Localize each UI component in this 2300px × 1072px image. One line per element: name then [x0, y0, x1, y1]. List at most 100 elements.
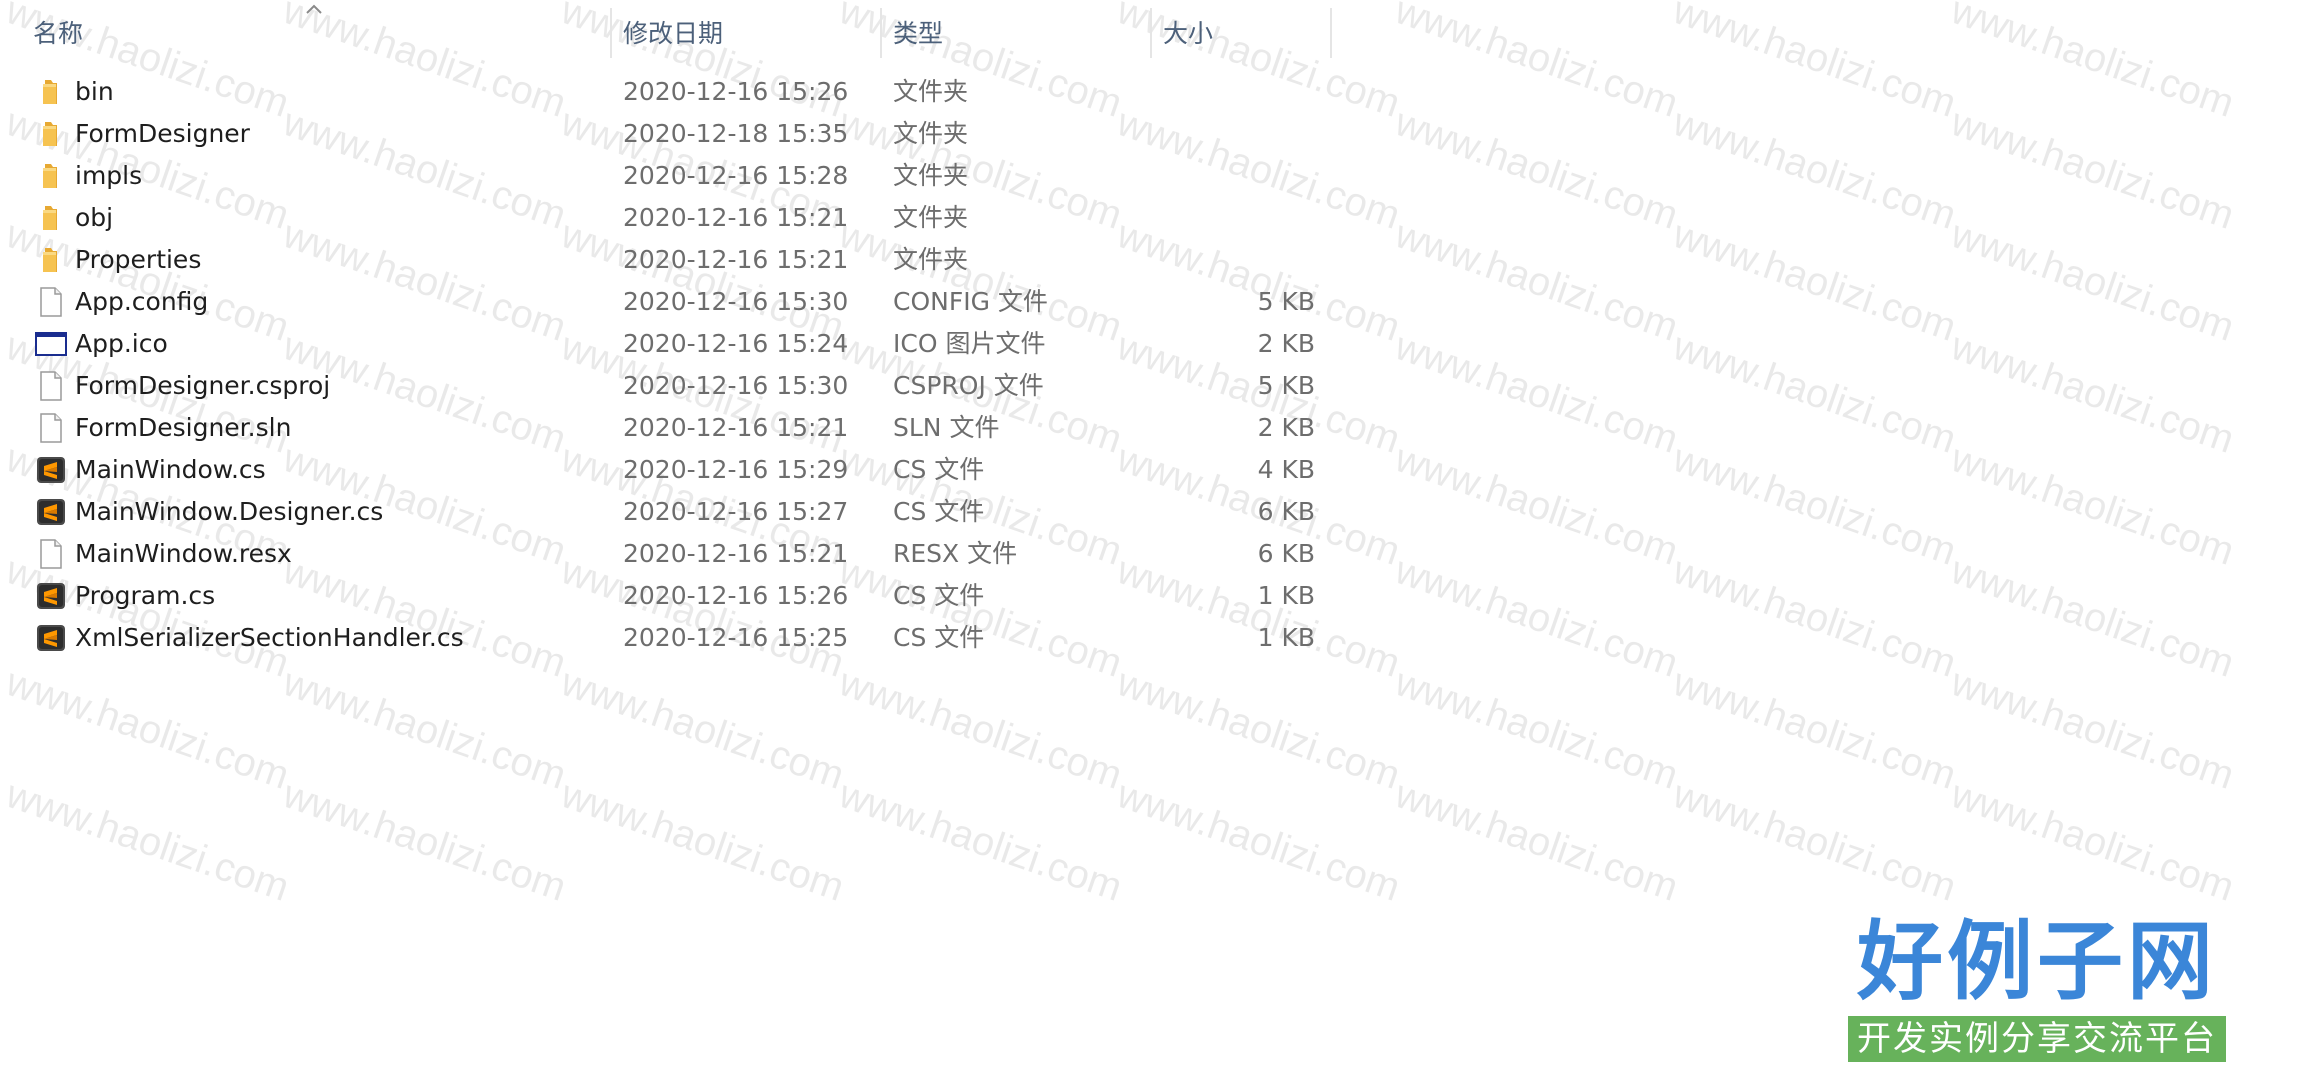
watermark-text: www.haolizi.com — [1945, 436, 2240, 574]
file-modified-date: 2020-12-16 15:21 — [623, 539, 849, 568]
column-header-size[interactable]: 大小 — [1163, 16, 1213, 52]
file-type: 文件夹 — [893, 245, 969, 274]
folder-icon — [34, 202, 68, 234]
file-name: App.config — [75, 287, 209, 316]
file-name: Program.cs — [75, 581, 216, 610]
watermark-text: www.haolizi.com — [1945, 212, 2240, 350]
file-row[interactable]: MainWindow.Designer.cs 2020-12-16 15:27 CS… — [0, 491, 1332, 533]
file-modified-date: 2020-12-18 15:35 — [623, 119, 849, 148]
column-separator[interactable] — [610, 8, 612, 58]
file-size: 1 KB — [1257, 623, 1315, 652]
file-size: 2 KB — [1257, 413, 1315, 442]
file-row[interactable]: XmlSerializerSectionHandler.cs 2020-12-16… — [0, 617, 1332, 659]
file-size: 6 KB — [1257, 497, 1315, 526]
watermark-text: www.haolizi.com — [1945, 660, 2240, 798]
file-modified-date: 2020-12-16 15:27 — [623, 497, 849, 526]
document-icon — [34, 538, 68, 570]
folder-icon — [34, 76, 68, 108]
file-row[interactable]: Properties 2020-12-16 15:21 文件夹 — [0, 239, 1332, 281]
file-type: 文件夹 — [893, 161, 969, 190]
file-row[interactable]: MainWindow.cs 2020-12-16 15:29 CS 文件 4 KB — [0, 449, 1332, 491]
file-row[interactable]: impls 2020-12-16 15:28 文件夹 — [0, 155, 1332, 197]
watermark-text: www.haolizi.com — [1667, 212, 1962, 350]
file-modified-date: 2020-12-16 15:21 — [623, 413, 849, 442]
window-icon — [34, 328, 68, 360]
file-row[interactable]: obj 2020-12-16 15:21 文件夹 — [0, 197, 1332, 239]
file-type: 文件夹 — [893, 77, 969, 106]
watermark-text: www.haolizi.com — [1389, 772, 1684, 910]
file-name: FormDesigner — [75, 119, 250, 148]
file-row[interactable]: FormDesigner.sln 2020-12-16 15:21 SLN 文件 2 … — [0, 407, 1332, 449]
file-name: MainWindow.cs — [75, 455, 266, 484]
file-type: CS 文件 — [893, 455, 985, 484]
column-separator[interactable] — [880, 8, 882, 58]
file-modified-date: 2020-12-16 15:26 — [623, 77, 849, 106]
file-name: FormDesigner.csproj — [75, 371, 331, 400]
file-row[interactable]: bin 2020-12-16 15:26 文件夹 — [0, 71, 1332, 113]
sublime-text-icon — [34, 580, 68, 612]
folder-icon — [34, 118, 68, 150]
column-separator[interactable] — [1150, 8, 1152, 58]
file-size: 6 KB — [1257, 539, 1315, 568]
watermark-text: www.haolizi.com — [0, 660, 295, 798]
file-size — [1160, 239, 1315, 281]
file-size — [1160, 197, 1315, 239]
column-header-type[interactable]: 类型 — [893, 16, 943, 52]
watermark-text: www.haolizi.com — [1667, 772, 1962, 910]
file-row[interactable]: App.config 2020-12-16 15:30 CONFIG 文件 5 KB — [0, 281, 1332, 323]
watermark-text: www.haolizi.com — [1667, 0, 1962, 126]
file-type: ICO 图片文件 — [893, 329, 1046, 358]
watermark-text: www.haolizi.com — [1667, 100, 1962, 238]
file-name: bin — [75, 77, 114, 106]
file-size: 5 KB — [1257, 371, 1315, 400]
watermark-text: www.haolizi.com — [1667, 660, 1962, 798]
site-logo: 好例子网 开发实例分享交流平台 — [1848, 912, 2226, 1064]
watermark-text: www.haolizi.com — [1111, 772, 1406, 910]
file-row[interactable]: FormDesigner.csproj 2020-12-16 15:30 CSPRO… — [0, 365, 1332, 407]
watermark-text: www.haolizi.com — [555, 772, 850, 910]
file-type: CONFIG 文件 — [893, 287, 1048, 316]
file-size: 5 KB — [1257, 287, 1315, 316]
sort-ascending-icon[interactable] — [304, 2, 324, 16]
watermark-text: www.haolizi.com — [1389, 548, 1684, 686]
file-name: MainWindow.Designer.cs — [75, 497, 384, 526]
file-name: obj — [75, 203, 114, 232]
logo-subtitle: 开发实例分享交流平台 — [1848, 1016, 2226, 1062]
watermark-text: www.haolizi.com — [1667, 324, 1962, 462]
watermark-text: www.haolizi.com — [833, 660, 1128, 798]
file-modified-date: 2020-12-16 15:28 — [623, 161, 849, 190]
column-header-modified[interactable]: 修改日期 — [623, 16, 723, 52]
file-modified-date: 2020-12-16 15:26 — [623, 581, 849, 610]
file-row[interactable]: FormDesigner 2020-12-18 15:35 文件夹 — [0, 113, 1332, 155]
file-size — [1160, 71, 1315, 113]
watermark-text: www.haolizi.com — [1389, 660, 1684, 798]
file-row[interactable]: MainWindow.resx 2020-12-16 15:21 RESX 文件 6 … — [0, 533, 1332, 575]
sublime-text-icon — [34, 496, 68, 528]
file-type: CS 文件 — [893, 497, 985, 526]
file-type: CSPROJ 文件 — [893, 371, 1044, 400]
folder-icon — [34, 160, 68, 192]
folder-icon — [34, 244, 68, 276]
watermark-text: www.haolizi.com — [1945, 100, 2240, 238]
file-modified-date: 2020-12-16 15:21 — [623, 245, 849, 274]
file-type: 文件夹 — [893, 203, 969, 232]
file-name: XmlSerializerSectionHandler.cs — [75, 623, 464, 652]
column-header-name[interactable]: 名称 — [33, 16, 83, 52]
logo-title: 好例子网 — [1857, 911, 2217, 1012]
file-type: CS 文件 — [893, 623, 985, 652]
watermark-text: www.haolizi.com — [833, 772, 1128, 910]
file-size: 4 KB — [1257, 455, 1315, 484]
document-icon — [34, 370, 68, 402]
document-icon — [34, 286, 68, 318]
file-size — [1160, 155, 1315, 197]
column-separator[interactable] — [1330, 8, 1332, 58]
watermark-text: www.haolizi.com — [1389, 100, 1684, 238]
watermark-text: www.haolizi.com — [0, 772, 295, 910]
file-row[interactable]: App.ico 2020-12-16 15:24 ICO 图片文件 2 KB — [0, 323, 1332, 365]
watermark-text: www.haolizi.com — [1389, 212, 1684, 350]
file-type: CS 文件 — [893, 581, 985, 610]
watermark-text: www.haolizi.com — [1389, 436, 1684, 574]
file-type: 文件夹 — [893, 119, 969, 148]
file-row[interactable]: Program.cs 2020-12-16 15:26 CS 文件 1 KB — [0, 575, 1332, 617]
file-modified-date: 2020-12-16 15:30 — [623, 287, 849, 316]
